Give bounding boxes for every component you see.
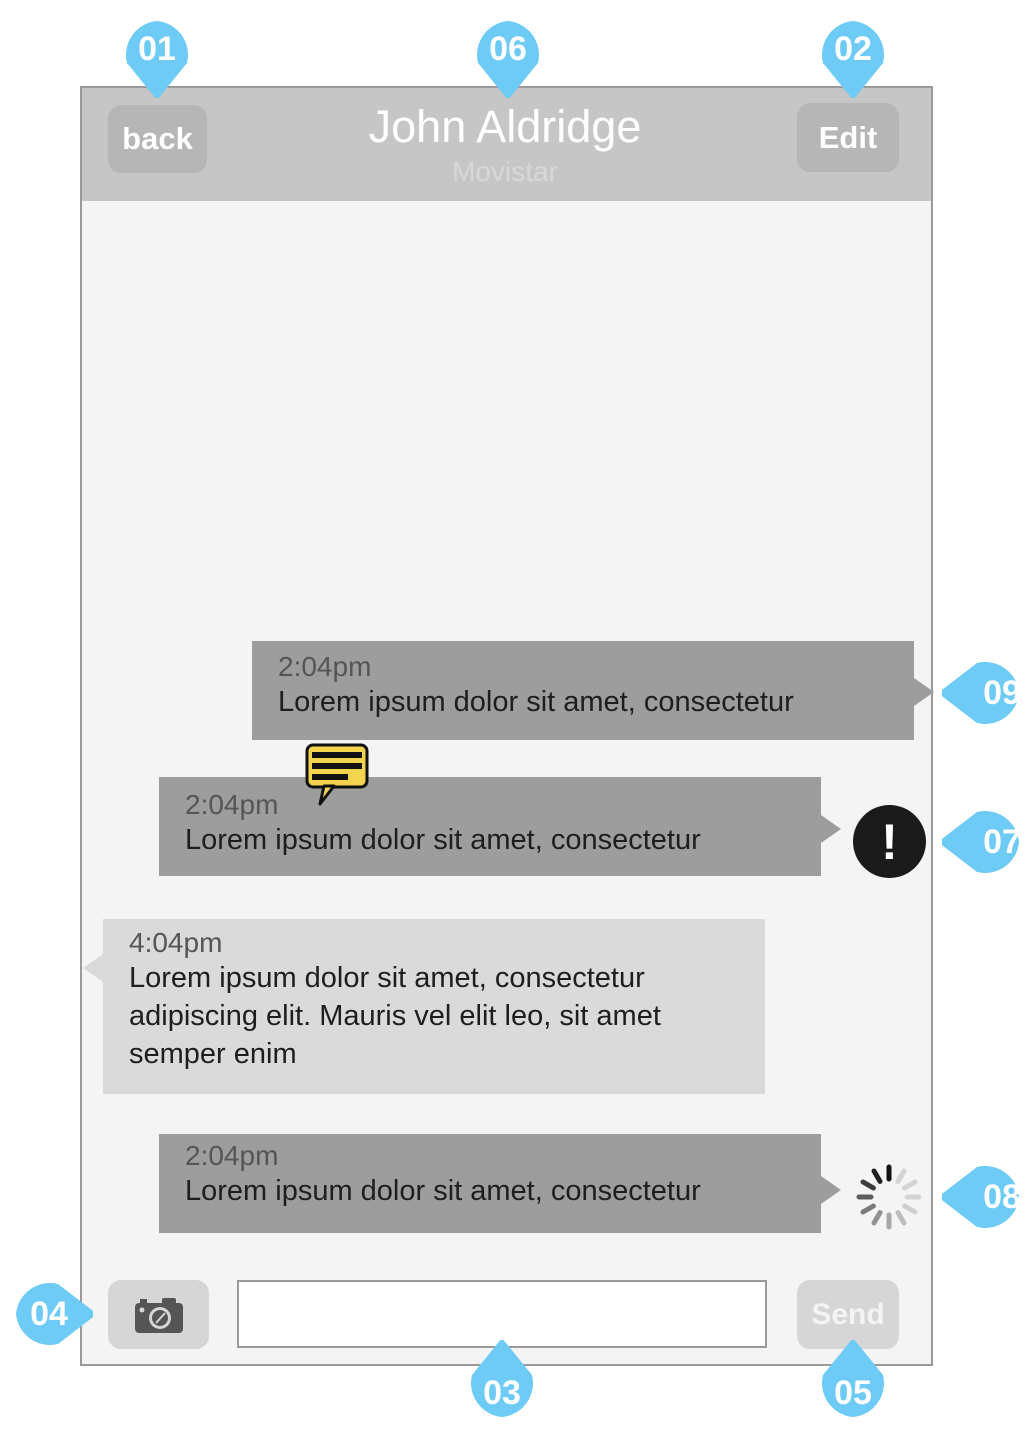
message-text: Lorem ipsum dolor sit amet, consectetur …: [129, 962, 661, 1070]
message-time: 2:04pm: [185, 789, 279, 820]
annotation-label-09: 09: [983, 673, 1021, 712]
send-button[interactable]: Send: [797, 1280, 899, 1349]
message-time: 4:04pm: [129, 927, 223, 958]
annotation-label-03: 03: [483, 1373, 521, 1412]
loading-spinner-icon: [856, 1164, 922, 1230]
message-bubble-incoming[interactable]: 4:04pm Lorem ipsum dolor sit amet, conse…: [103, 919, 765, 1094]
message-bubble-outgoing[interactable]: 2:04pm Lorem ipsum dolor sit amet, conse…: [159, 777, 821, 876]
annotation-label-02: 02: [834, 29, 872, 68]
exclamation-icon[interactable]: !: [853, 805, 926, 878]
bubble-tail: [821, 1176, 841, 1204]
bubble-tail: [821, 815, 841, 843]
camera-icon: [134, 1297, 183, 1333]
annotation-label-04: 04: [30, 1294, 68, 1333]
annotation-label-08: 08: [983, 1177, 1021, 1216]
annotation-label-07: 07: [983, 822, 1021, 861]
annotation-label-01: 01: [138, 29, 176, 68]
message-input[interactable]: [237, 1280, 767, 1348]
message-bubble-outgoing[interactable]: 2:04pm Lorem ipsum dolor sit amet, conse…: [252, 641, 914, 740]
message-text: Lorem ipsum dolor sit amet, consectetur: [185, 1175, 701, 1207]
message-text: Lorem ipsum dolor sit amet, consectetur: [278, 686, 794, 718]
carrier-name: Movistar: [452, 156, 558, 187]
bubble-tail: [914, 678, 934, 706]
message-text: Lorem ipsum dolor sit amet, consectetur: [185, 824, 701, 856]
message-time: 2:04pm: [185, 1140, 279, 1171]
message-bubble-outgoing[interactable]: 2:04pm Lorem ipsum dolor sit amet, conse…: [159, 1134, 821, 1233]
camera-button[interactable]: [108, 1280, 209, 1349]
back-button[interactable]: back: [108, 105, 207, 173]
annotation-label-05: 05: [834, 1373, 872, 1412]
message-time: 2:04pm: [278, 651, 372, 682]
note-comment-icon[interactable]: [304, 742, 370, 808]
contact-name: John Aldridge: [368, 101, 642, 152]
annotation-label-06: 06: [489, 29, 527, 68]
bubble-tail: [83, 954, 103, 982]
edit-button[interactable]: Edit: [797, 103, 899, 172]
